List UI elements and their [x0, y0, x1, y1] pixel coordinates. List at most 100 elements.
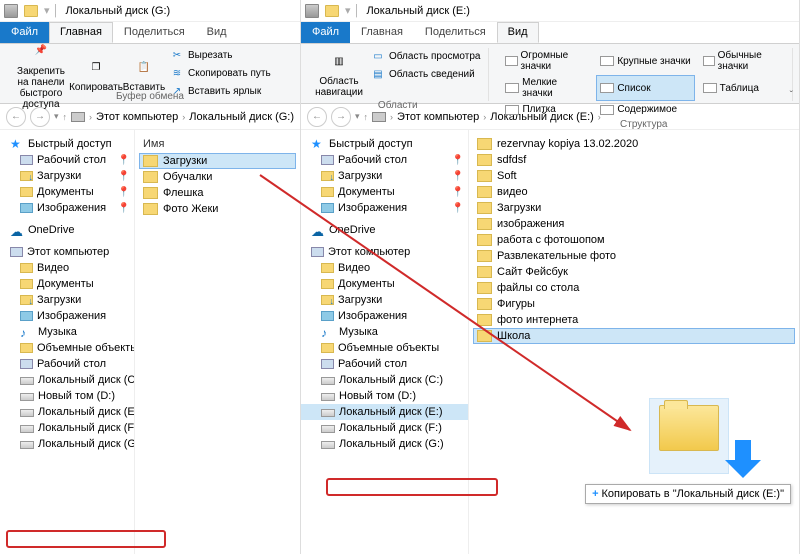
- folder-item[interactable]: Флешка: [139, 185, 296, 201]
- tree-drive-g[interactable]: Локальный диск (G:): [301, 436, 468, 452]
- copy-path-button[interactable]: ≋Скопировать путь: [168, 66, 273, 82]
- tree-pictures2[interactable]: Изображения: [0, 308, 134, 324]
- tree-drive-e[interactable]: Локальный диск (E:): [0, 404, 134, 420]
- view-list[interactable]: Список: [596, 75, 694, 101]
- ribbon-group-label: Буфер обмена: [0, 89, 300, 102]
- folder-item[interactable]: Сайт Фейсбук: [473, 264, 795, 280]
- tree-documents[interactable]: Документы📍: [0, 184, 134, 200]
- nav-pane-button[interactable]: ▥ Область навигации: [313, 48, 365, 98]
- nav-up-button[interactable]: ↑: [364, 112, 369, 122]
- folder-item[interactable]: sdfdsf: [473, 152, 795, 168]
- desktop-icon: [20, 155, 33, 165]
- tab-share[interactable]: Поделиться: [113, 22, 196, 43]
- tree-music[interactable]: ♪Музыка: [0, 324, 134, 340]
- file-list[interactable]: rezervnay kopiya 13.02.2020sdfdsfSoftвид…: [469, 130, 799, 554]
- view-small[interactable]: Мелкие значки: [501, 75, 592, 101]
- nav-history-button[interactable]: ▾: [355, 111, 360, 122]
- nav-fwd-button[interactable]: →: [331, 107, 351, 127]
- tree-desktop[interactable]: Рабочий стол📍: [301, 152, 468, 168]
- tree-documents2[interactable]: Документы: [0, 276, 134, 292]
- paste-button[interactable]: 📋 Вставить: [122, 54, 166, 93]
- tree-desktop2[interactable]: Рабочий стол: [0, 356, 134, 372]
- nav-tree[interactable]: ★Быстрый доступ Рабочий стол📍 Загрузки📍 …: [0, 130, 135, 554]
- tree-downloads[interactable]: Загрузки📍: [301, 168, 468, 184]
- folder-item[interactable]: фото интернета: [473, 312, 795, 328]
- view-normal[interactable]: Обычные значки: [699, 48, 786, 74]
- tree-quick-access[interactable]: ★Быстрый доступ: [0, 136, 134, 152]
- tab-file[interactable]: Файл: [301, 22, 350, 43]
- cut-button[interactable]: ✂Вырезать: [168, 48, 273, 64]
- folder-item[interactable]: rezervnay kopiya 13.02.2020: [473, 136, 795, 152]
- tree-downloads2[interactable]: Загрузки: [0, 292, 134, 308]
- tree-documents[interactable]: Документы📍: [301, 184, 468, 200]
- tree-documents2[interactable]: Документы: [301, 276, 468, 292]
- file-list[interactable]: Имя Загрузки Обучалки Флешка Фото Жеки: [135, 130, 300, 554]
- tab-share[interactable]: Поделиться: [414, 22, 497, 43]
- column-header-name[interactable]: Имя: [139, 136, 296, 153]
- folder-item[interactable]: Фото Жеки: [139, 201, 296, 217]
- pin-icon: 📍: [118, 203, 130, 214]
- nav-back-button[interactable]: ←: [6, 107, 26, 127]
- nav-tree[interactable]: ★Быстрый доступ Рабочий стол📍 Загрузки📍 …: [301, 130, 469, 554]
- folder-item[interactable]: файлы со стола: [473, 280, 795, 296]
- folder-item[interactable]: изображения: [473, 216, 795, 232]
- nav-fwd-button[interactable]: →: [30, 107, 50, 127]
- video-icon: [20, 263, 33, 273]
- tree-drive-c[interactable]: Локальный диск (C:): [0, 372, 134, 388]
- folder-item[interactable]: Развлекательные фото: [473, 248, 795, 264]
- tab-home[interactable]: Главная: [350, 22, 414, 43]
- tree-downloads2[interactable]: Загрузки: [301, 292, 468, 308]
- folder-item[interactable]: Школа: [473, 328, 795, 344]
- tab-view[interactable]: Вид: [497, 22, 539, 43]
- view-tiles[interactable]: Плитка: [501, 102, 592, 117]
- tree-videos[interactable]: Видео: [0, 260, 134, 276]
- tree-desktop[interactable]: Рабочий стол📍: [0, 152, 134, 168]
- tab-view[interactable]: Вид: [196, 22, 238, 43]
- folder-item[interactable]: работа с фотошопом: [473, 232, 795, 248]
- tree-drive-e[interactable]: Локальный диск (E:): [301, 404, 468, 420]
- folder-item[interactable]: видео: [473, 184, 795, 200]
- tree-3dobjects[interactable]: Объемные объекты: [0, 340, 134, 356]
- tree-drive-f[interactable]: Локальный диск (F:): [301, 420, 468, 436]
- folder-item[interactable]: Загрузки: [139, 153, 296, 169]
- tree-videos[interactable]: Видео: [301, 260, 468, 276]
- view-icon: [505, 105, 519, 115]
- tree-drive-f[interactable]: Локальный диск (F:): [0, 420, 134, 436]
- titlebar: ▾ │ Локальный диск (E:): [301, 0, 799, 22]
- tree-pictures[interactable]: Изображения📍: [301, 200, 468, 216]
- tree-downloads[interactable]: Загрузки📍: [0, 168, 134, 184]
- tree-onedrive[interactable]: ☁OneDrive: [0, 222, 134, 238]
- folder-item[interactable]: Soft: [473, 168, 795, 184]
- preview-pane-button[interactable]: ▭Область просмотра: [369, 48, 482, 64]
- nav-back-button[interactable]: ←: [307, 107, 327, 127]
- tree-pictures[interactable]: Изображения📍: [0, 200, 134, 216]
- breadcrumb[interactable]: › Этот компьютер› Локальный диск (G:): [71, 111, 294, 123]
- tree-drive-c[interactable]: Локальный диск (C:): [301, 372, 468, 388]
- tree-music[interactable]: ♪Музыка: [301, 324, 468, 340]
- tree-3dobjects[interactable]: Объемные объекты: [301, 340, 468, 356]
- folder-icon: [477, 330, 492, 342]
- tree-drive-g[interactable]: Локальный диск (G:): [0, 436, 134, 452]
- copy-icon: ❐: [81, 54, 111, 80]
- tree-pictures2[interactable]: Изображения: [301, 308, 468, 324]
- folder-item[interactable]: Обучалки: [139, 169, 296, 185]
- folder-item[interactable]: Фигуры: [473, 296, 795, 312]
- ribbon-collapse-button[interactable]: ˇ: [790, 90, 793, 101]
- drive-icon: [321, 425, 335, 433]
- details-pane-button[interactable]: ▤Область сведений: [369, 66, 482, 82]
- tree-onedrive[interactable]: ☁OneDrive: [301, 222, 468, 238]
- copy-button[interactable]: ❐ Копировать: [72, 54, 120, 93]
- tree-this-pc[interactable]: Этот компьютер: [301, 244, 468, 260]
- nav-history-button[interactable]: ▾: [54, 111, 59, 122]
- tree-this-pc[interactable]: Этот компьютер: [0, 244, 134, 260]
- view-table[interactable]: Таблица: [699, 75, 786, 101]
- tree-quick-access[interactable]: ★Быстрый доступ: [301, 136, 468, 152]
- tree-drive-d[interactable]: Новый том (D:): [301, 388, 468, 404]
- view-content[interactable]: Содержимое: [596, 102, 694, 117]
- tree-desktop2[interactable]: Рабочий стол: [301, 356, 468, 372]
- view-large[interactable]: Крупные значки: [596, 48, 694, 74]
- nav-up-button[interactable]: ↑: [63, 112, 68, 122]
- tree-drive-d[interactable]: Новый том (D:): [0, 388, 134, 404]
- view-huge[interactable]: Огромные значки: [501, 48, 592, 74]
- folder-item[interactable]: Загрузки: [473, 200, 795, 216]
